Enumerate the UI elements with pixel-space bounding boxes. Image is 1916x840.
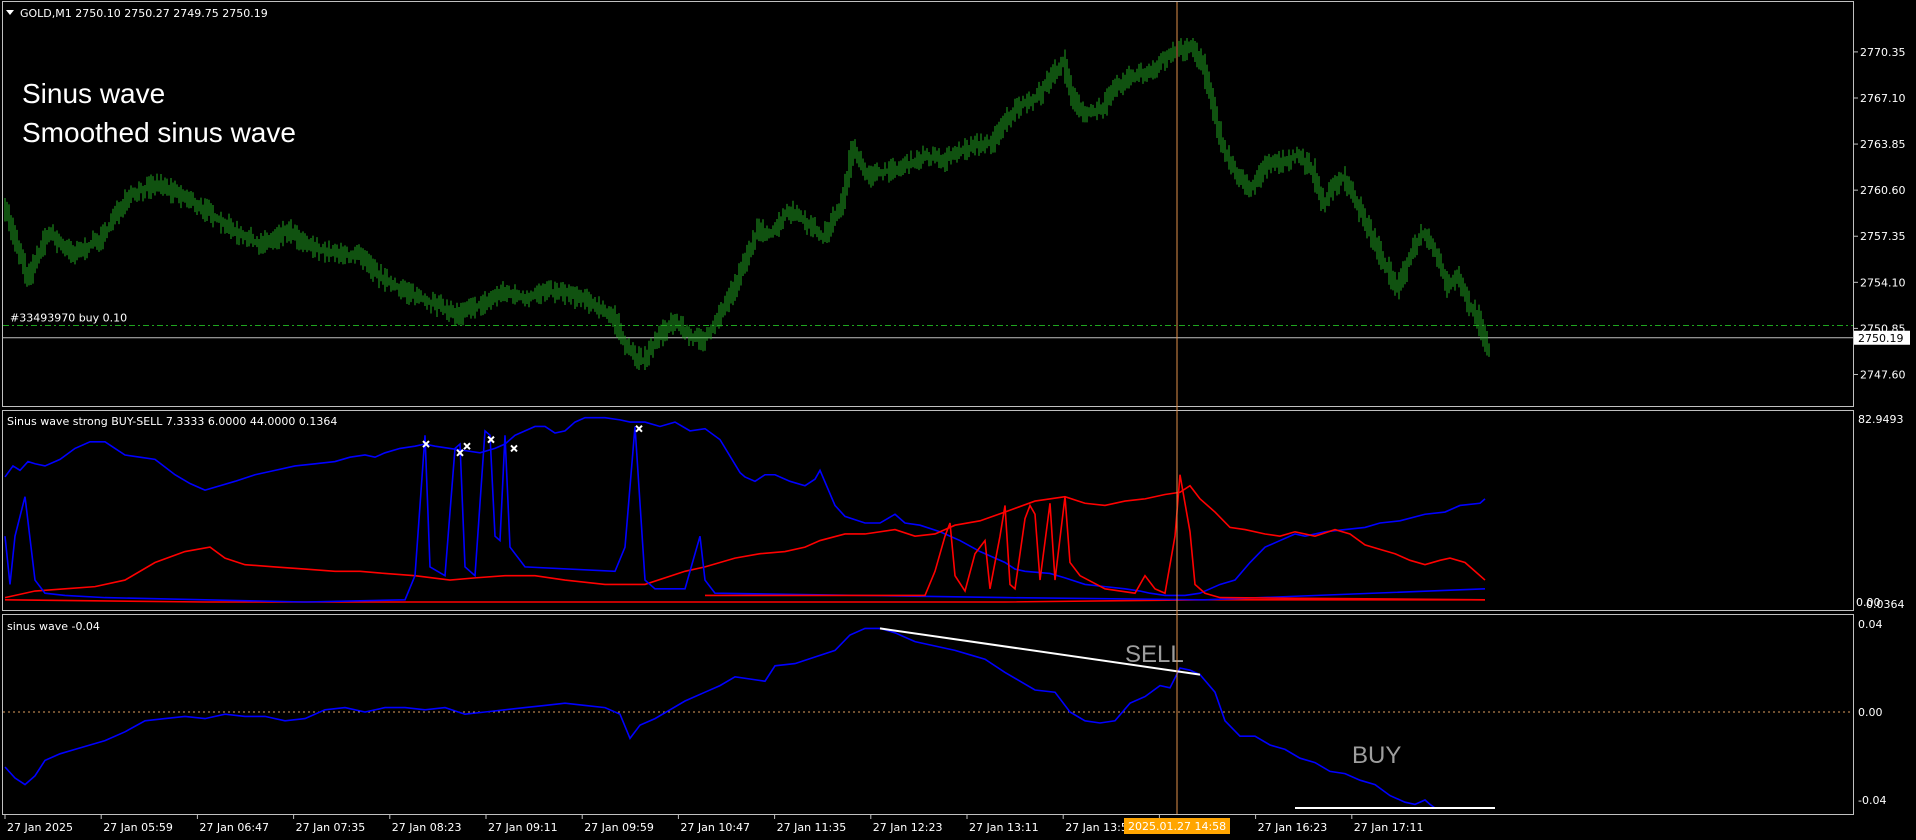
overlay-line-2: Smoothed sinus wave	[22, 117, 296, 148]
price-tick-label: 2750.85	[1860, 322, 1906, 335]
time-tick-label: 27 Jan 09:59	[584, 821, 654, 834]
price-tick-label: 2747.60	[1860, 368, 1906, 381]
indicator2-tick-label: 0.04	[1858, 618, 1883, 631]
time-tick-label: 27 Jan 13:11	[969, 821, 1039, 834]
overlay-line-1: Sinus wave	[22, 78, 165, 109]
price-tick-label: 2770.35	[1860, 46, 1906, 59]
indicator2-tick-label: 0.00	[1858, 706, 1883, 719]
price-tick-label: 2767.10	[1860, 92, 1906, 105]
price-tick-label: 2763.85	[1860, 138, 1906, 151]
sell-label: SELL	[1125, 641, 1184, 668]
time-tick-label: 27 Jan 2025	[7, 821, 73, 834]
indicator1-panel-frame	[2, 410, 1854, 611]
time-tick-label: 27 Jan 07:35	[296, 821, 366, 834]
order-label: #33493970 buy 0.10	[10, 312, 127, 325]
time-tick-label: 27 Jan 13:5	[1065, 821, 1128, 834]
price-tick-label: 2754.10	[1860, 276, 1906, 289]
chart-canvas[interactable]: GOLD,M1 2750.10 2750.27 2749.75 2750.19 …	[0, 0, 1916, 840]
price-tick-label: 2760.60	[1860, 184, 1906, 197]
price-axis: 2770.35 2767.10 2763.85 2760.60 2757.35 2754.…	[1853, 46, 1906, 381]
indicator1-top-label: 82.9493	[1858, 413, 1904, 426]
indicator2-tick-label: -0.04	[1858, 794, 1886, 807]
time-tick-label: 27 Jan 17:11	[1354, 821, 1424, 834]
buy-label: BUY	[1352, 742, 1401, 769]
time-tick-label: 27 Jan 08:23	[392, 821, 462, 834]
time-tick-label: 27 Jan 16:23	[1258, 821, 1328, 834]
indicator2-title: sinus wave -0.04	[7, 620, 100, 633]
time-tick-label: 27 Jan 12:23	[873, 821, 943, 834]
indicator1-bottom-label: 0.0364	[1866, 598, 1905, 611]
time-tick-label: 27 Jan 10:47	[680, 821, 750, 834]
crosshair-time-label: 2025.01.27 14:58	[1128, 820, 1226, 833]
price-panel-frame	[2, 1, 1854, 407]
indicator1-title: Sinus wave strong BUY-SELL 7.3333 6.0000…	[7, 415, 337, 428]
time-tick-label: 27 Jan 05:59	[103, 821, 173, 834]
price-panel-header: GOLD,M1 2750.10 2750.27 2749.75 2750.19	[20, 7, 268, 20]
time-tick-label: 27 Jan 09:11	[488, 821, 558, 834]
indicator2-axis: 0.04 0.00 -0.04	[1858, 618, 1886, 807]
time-tick-label: 27 Jan 06:47	[199, 821, 269, 834]
time-tick-label: 27 Jan 11:35	[777, 821, 847, 834]
price-tick-label: 2757.35	[1860, 230, 1906, 243]
